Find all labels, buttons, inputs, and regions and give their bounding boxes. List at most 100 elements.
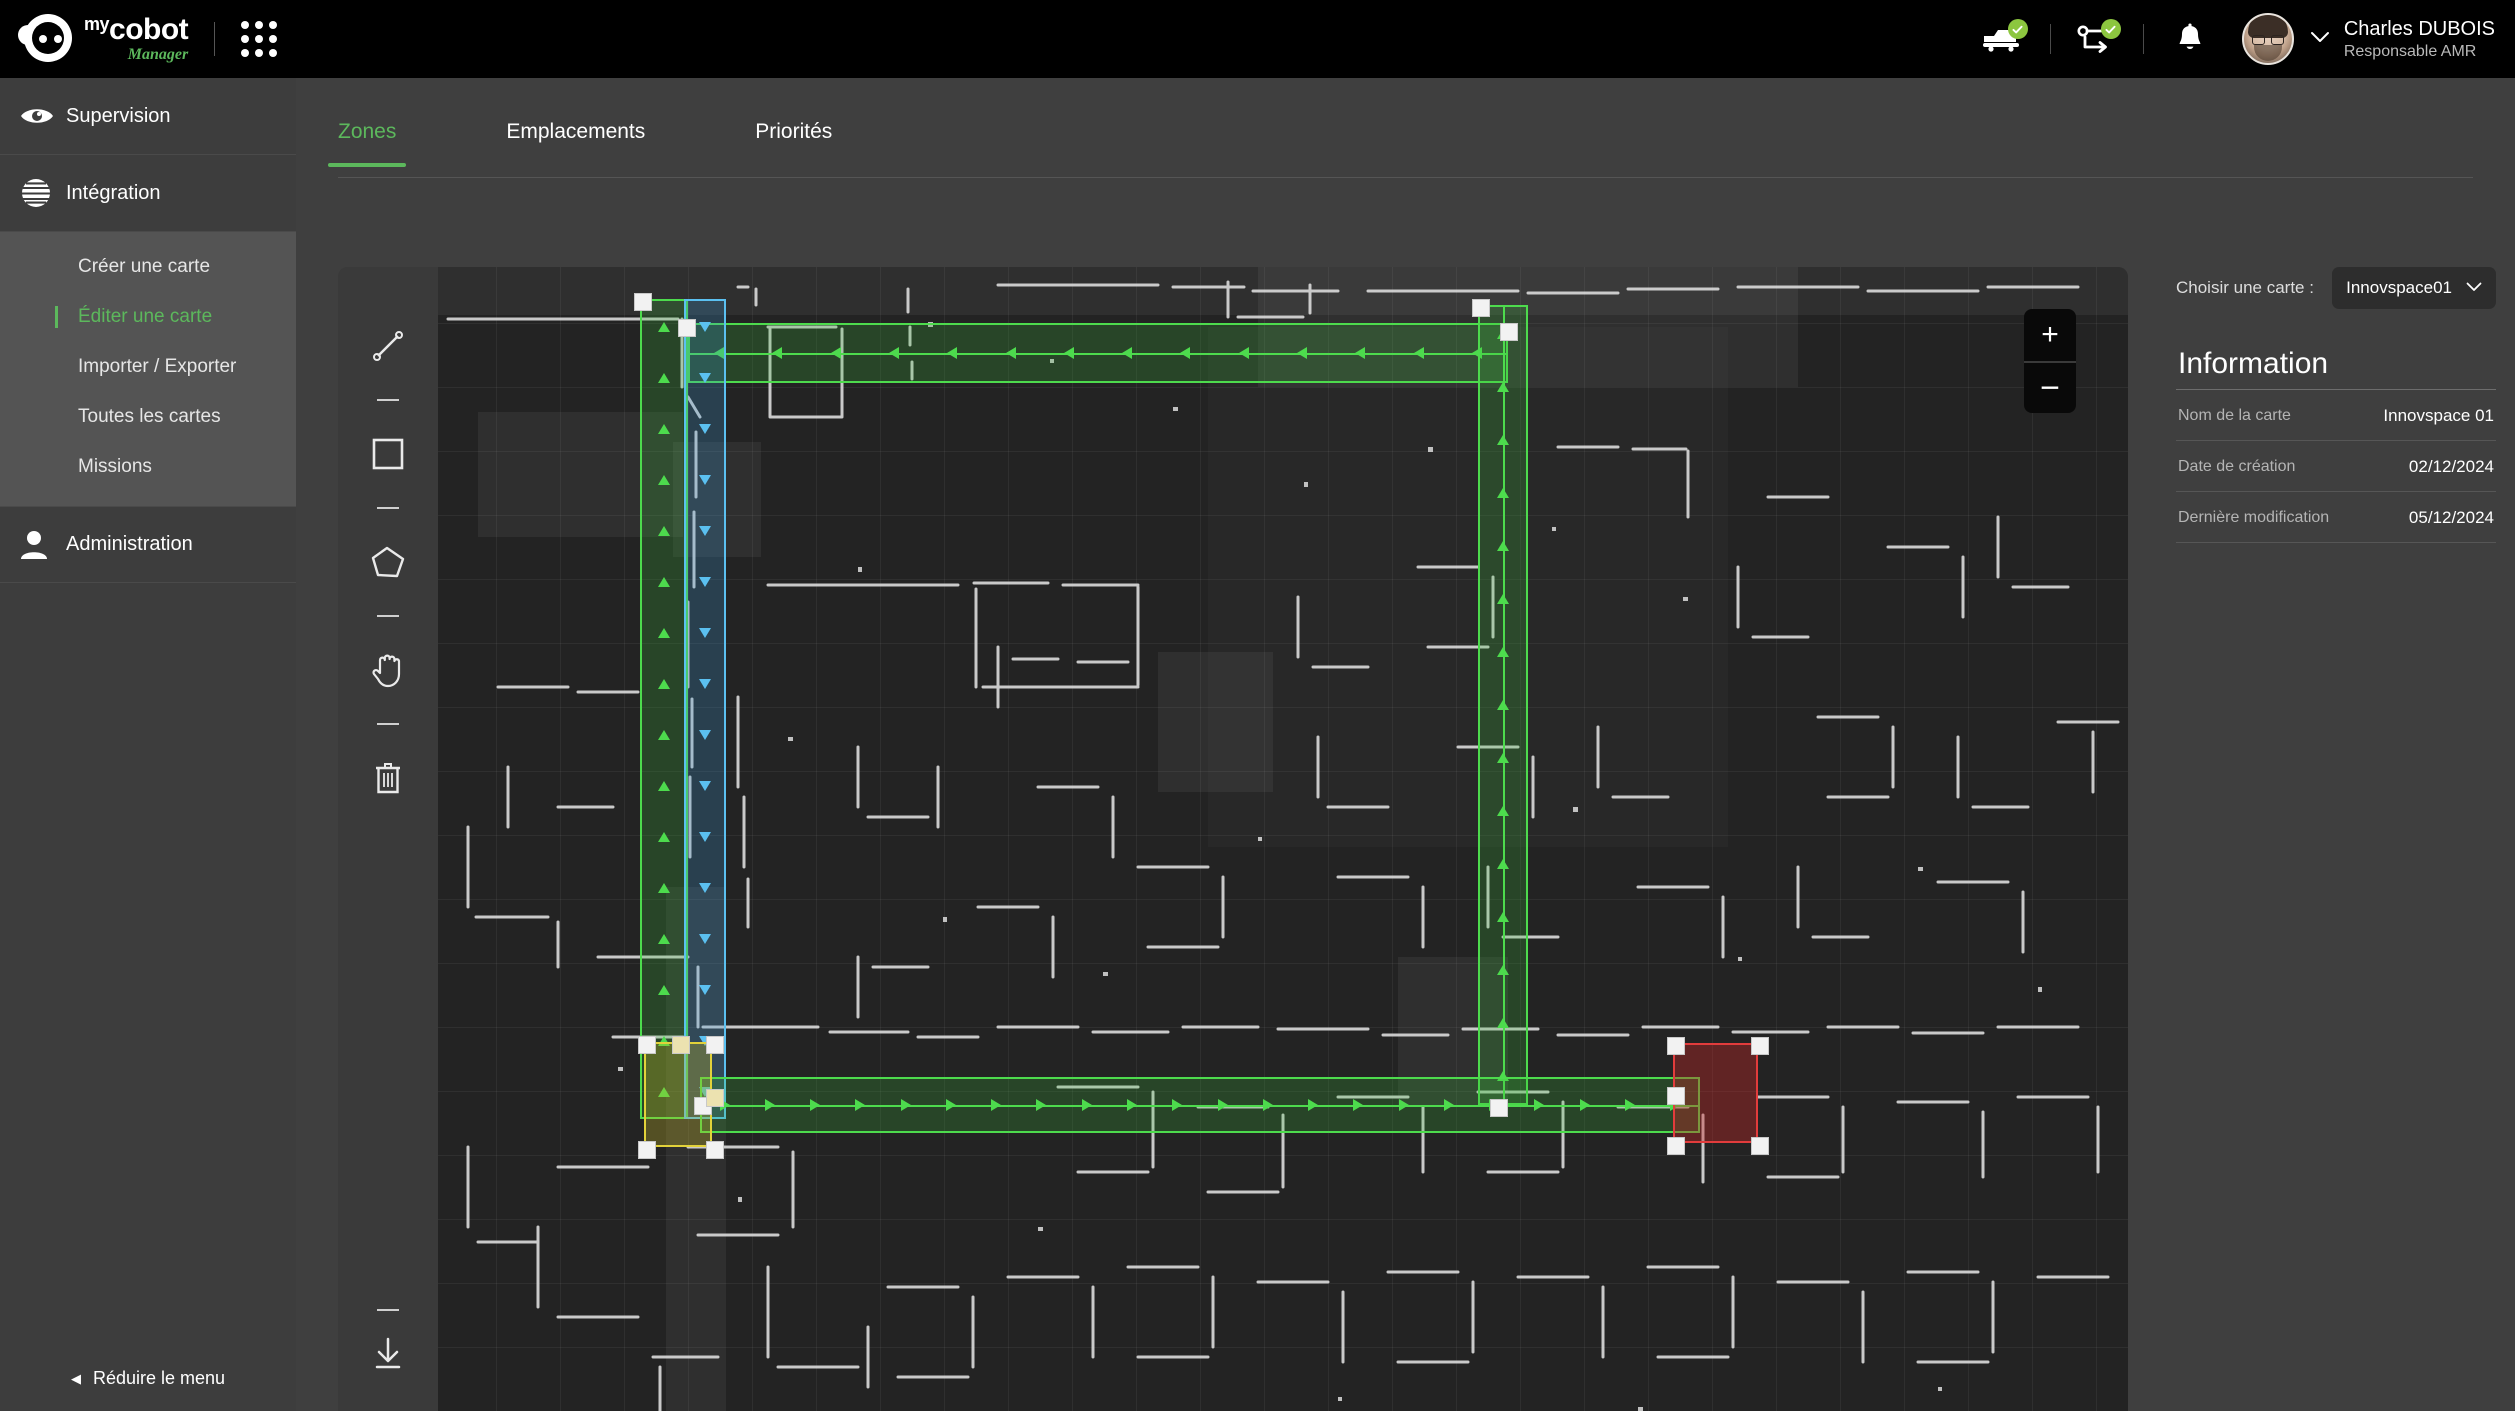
zone-center-line	[690, 353, 1506, 355]
user-avatar[interactable]	[2241, 13, 2294, 65]
sidebar-sub-label: Créer une carte	[78, 256, 211, 277]
sidebar-sub-label: Toutes les cartes	[78, 406, 221, 427]
zone-midpoint-handle[interactable]	[706, 1089, 724, 1107]
zone-vertex-handle[interactable]	[1472, 299, 1490, 317]
logo-main: cobot	[109, 13, 189, 46]
information-title: Information	[2178, 347, 2329, 380]
zone-vertex-handle[interactable]	[1490, 1099, 1508, 1117]
sidebar-item-editer-une-carte[interactable]: Éditer une carte	[0, 292, 296, 342]
info-row-creation-date: Date de création 02/12/2024	[2176, 441, 2496, 492]
header-separator	[2049, 24, 2051, 54]
collapse-menu-label: Réduire le menu	[92, 1368, 226, 1388]
tab-emplacements[interactable]: Emplacements	[506, 106, 645, 166]
info-row-map-name: Nom de la carte Innovspace 01	[2176, 390, 2496, 441]
zone-red-forbidden[interactable]	[1673, 1043, 1758, 1143]
map-selector-dropdown[interactable]: Innovspace01	[2332, 267, 2496, 309]
zone-direction-arrows	[686, 301, 724, 1117]
map-canvas[interactable]: + −	[438, 267, 2128, 1411]
zone-vertex-handle[interactable]	[706, 1036, 724, 1054]
chevron-down-icon	[2466, 279, 2482, 297]
user-chevron-down-icon[interactable]	[2310, 30, 2330, 48]
zoom-in-button[interactable]: +	[2024, 309, 2076, 361]
tab-priorites[interactable]: Priorités	[755, 106, 832, 166]
sidebar-item-label: Supervision	[66, 104, 171, 127]
zone-direction-arrows	[642, 301, 686, 1117]
user-name: Charles DUBOIS	[2343, 17, 2495, 40]
sidebar-item-creer-une-carte[interactable]: Créer une carte	[0, 242, 296, 292]
tab-label: Zones	[338, 120, 397, 143]
map-selector-row: Choisir une carte : Innovspace01	[2176, 267, 2496, 309]
map-information-panel: Choisir une carte : Innovspace01 Informa…	[2176, 267, 2496, 543]
zone-vertex-handle[interactable]	[634, 293, 652, 311]
info-row-key: Nom de la carte	[2178, 407, 2291, 424]
sidebar-item-integration[interactable]: Intégration	[0, 155, 296, 232]
info-row-value: 05/12/2024	[2408, 508, 2494, 527]
rectangle-tool-icon[interactable]	[357, 423, 419, 485]
eye-icon	[20, 105, 66, 127]
pan-hand-tool-icon[interactable]	[357, 639, 419, 701]
sidebar-item-supervision[interactable]: Supervision	[0, 78, 296, 155]
route-key-status-icon[interactable]	[2069, 17, 2125, 61]
toolbar-divider	[377, 399, 399, 401]
info-row-value: Innovspace 01	[2383, 406, 2494, 425]
zone-midpoint-handle[interactable]	[1667, 1087, 1685, 1105]
main-content: Zones Emplacements Priorités + − Choisir…	[296, 78, 2515, 1411]
tab-bar: Zones Emplacements Priorités	[327, 106, 2473, 178]
apps-grid-icon[interactable]	[241, 21, 278, 57]
sidebar-sub-label: Importer / Exporter	[78, 356, 237, 377]
user-info[interactable]: Charles DUBOIS Responsable AMR	[2344, 17, 2495, 62]
zone-vertex-handle[interactable]	[1751, 1037, 1769, 1055]
zone-direction-arrows	[702, 1079, 1698, 1131]
zone-corridor-top-green[interactable]	[688, 323, 1508, 383]
polygon-tool-icon[interactable]	[357, 531, 419, 593]
zoom-out-button[interactable]: −	[2024, 361, 2076, 413]
info-row-key: Date de création	[2178, 458, 2296, 475]
delete-trash-tool-icon[interactable]	[357, 747, 419, 809]
toolbar-divider	[377, 723, 399, 725]
zone-corridor-left-blue[interactable]	[684, 299, 726, 1119]
mycobot-logo-icon	[18, 11, 74, 67]
sidebar: Supervision Intégration Créer une carte …	[0, 78, 296, 1411]
zone-corridor-bottom-green[interactable]	[700, 1077, 1700, 1133]
sidebar-sub-label: Éditer une carte	[78, 306, 213, 327]
map-toolbar	[338, 267, 438, 1411]
info-row-last-modified: Dernière modification 05/12/2024	[2176, 492, 2496, 543]
notifications-bell-icon[interactable]	[2162, 17, 2218, 61]
zone-vertex-handle[interactable]	[638, 1036, 656, 1054]
person-icon	[20, 530, 66, 560]
zone-vertex-handle[interactable]	[678, 319, 696, 337]
amr-vehicle-status-icon[interactable]	[1976, 17, 2032, 61]
zone-midpoint-handle[interactable]	[672, 1036, 690, 1054]
zone-corridor-right-green[interactable]	[1478, 305, 1528, 1105]
app-root: mycobot Manager Charles DUBOIS Responsab…	[0, 0, 2515, 1411]
zone-vertex-handle[interactable]	[638, 1141, 656, 1159]
zone-vertex-handle[interactable]	[1667, 1037, 1685, 1055]
map-editor-panel: + −	[338, 267, 2128, 1411]
sidebar-item-importer-exporter[interactable]: Importer / Exporter	[0, 342, 296, 392]
sidebar-item-missions[interactable]: Missions	[0, 442, 296, 492]
info-row-value: 02/12/2024	[2408, 457, 2494, 476]
tab-zones[interactable]: Zones	[327, 106, 407, 167]
zone-vertex-handle[interactable]	[706, 1141, 724, 1159]
user-role: Responsable AMR	[2343, 42, 2477, 60]
top-header: mycobot Manager Charles DUBOIS Responsab…	[0, 0, 2515, 78]
header-separator	[2142, 24, 2144, 54]
sidebar-sub-label: Missions	[78, 456, 152, 477]
map-selector-label: Choisir une carte :	[2176, 278, 2314, 297]
map-selector-value: Innovspace01	[2346, 278, 2452, 297]
sidebar-item-label: Administration	[66, 533, 193, 555]
zone-vertex-handle[interactable]	[1500, 323, 1518, 341]
zone-corridor-left-green[interactable]	[640, 299, 688, 1119]
zone-vertex-handle[interactable]	[1751, 1137, 1769, 1155]
download-icon[interactable]	[357, 1323, 419, 1385]
zone-yellow-area[interactable]	[644, 1042, 712, 1147]
brand-logo[interactable]: mycobot Manager	[18, 11, 189, 67]
logo-prefix: my	[84, 14, 110, 34]
sidebar-item-administration[interactable]: Administration	[0, 506, 296, 583]
line-tool-icon[interactable]	[357, 315, 419, 377]
collapse-menu-button[interactable]: ◀ Réduire le menu	[0, 1368, 296, 1389]
sidebar-item-toutes-les-cartes[interactable]: Toutes les cartes	[0, 392, 296, 442]
globe-icon	[20, 177, 66, 209]
zone-vertex-handle[interactable]	[1667, 1137, 1685, 1155]
header-right-cluster: Charles DUBOIS Responsable AMR	[1976, 13, 2495, 65]
